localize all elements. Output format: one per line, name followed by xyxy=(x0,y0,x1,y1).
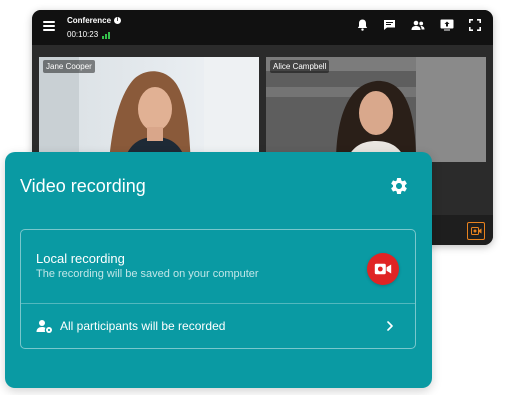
participant-settings-icon xyxy=(36,320,52,333)
chat-icon[interactable] xyxy=(383,19,396,31)
video-record-icon xyxy=(374,263,392,275)
video-record-icon xyxy=(470,227,481,235)
gear-icon[interactable] xyxy=(389,176,409,196)
video-recording-panel: Video recording Local recording The reco… xyxy=(5,152,432,388)
stage: Conference i 00:10:23 Jane Cooper Alice … xyxy=(0,0,508,395)
start-recording-button[interactable] xyxy=(367,253,399,285)
top-bar-icons xyxy=(357,19,481,31)
participants-icon[interactable] xyxy=(411,20,425,31)
conference-title: Conference xyxy=(67,16,112,25)
local-recording-title: Local recording xyxy=(36,251,125,266)
info-icon[interactable]: i xyxy=(114,17,122,24)
participants-recorded-row[interactable]: All participants will be recorded xyxy=(36,319,225,333)
signal-icon xyxy=(102,31,111,39)
local-recording-subtitle: The recording will be saved on your comp… xyxy=(36,268,259,280)
participants-recorded-label: All participants will be recorded xyxy=(60,319,226,333)
conference-time-row: 00:10:23 xyxy=(67,30,111,39)
video-tile-alice[interactable]: Alice Campbell xyxy=(266,57,486,162)
menu-icon[interactable] xyxy=(43,21,55,31)
screen-share-icon[interactable] xyxy=(440,19,454,31)
participant-name: Jane Cooper xyxy=(43,60,95,73)
recording-options-card: Local recording The recording will be sa… xyxy=(20,229,416,349)
recording-toggle-button[interactable] xyxy=(467,222,485,240)
conference-title-row: Conference i xyxy=(67,16,122,25)
chevron-right-icon[interactable] xyxy=(386,321,394,331)
conference-top-bar: Conference i 00:10:23 xyxy=(32,10,493,45)
video-tile-jane[interactable]: Jane Cooper xyxy=(39,57,259,162)
participant-name: Alice Campbell xyxy=(270,60,330,73)
fullscreen-icon[interactable] xyxy=(469,19,481,31)
conference-timer: 00:10:23 xyxy=(67,30,99,39)
panel-title: Video recording xyxy=(20,176,146,196)
card-divider xyxy=(21,303,415,304)
bell-icon[interactable] xyxy=(357,19,368,31)
